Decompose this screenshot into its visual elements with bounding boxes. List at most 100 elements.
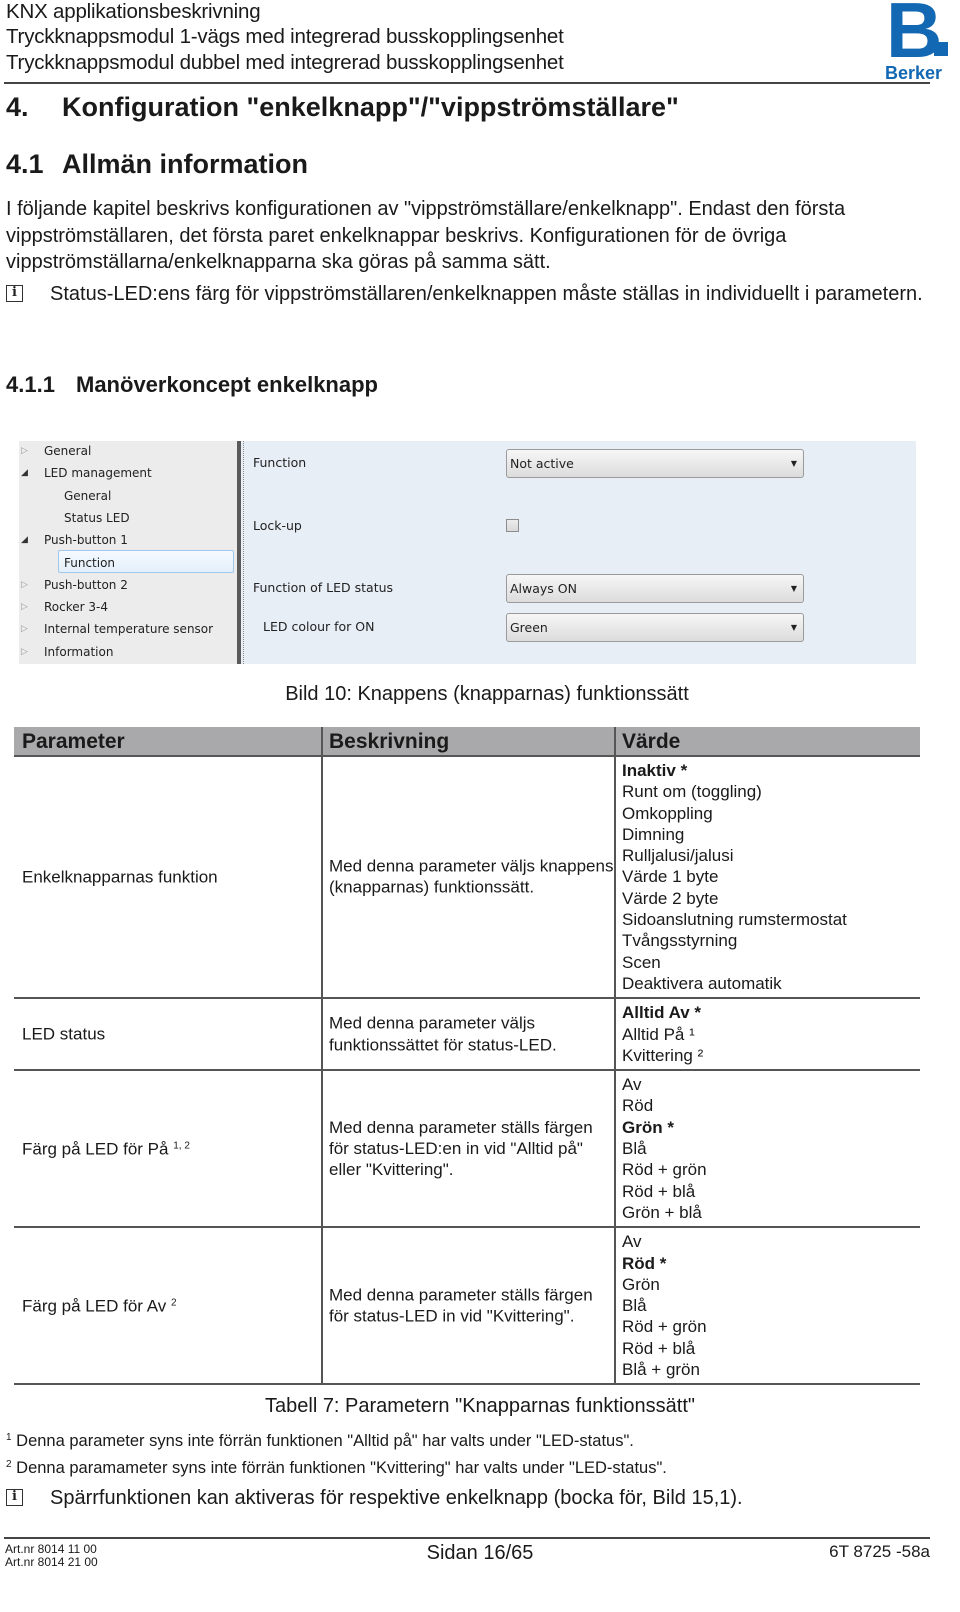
footnote-1: 1 Denna parameter syns inte förrän funkt… [6,1431,634,1451]
description-cell: Med denna parameter väljs knappens (knap… [329,856,614,898]
led-colour-dropdown[interactable]: Green ▼ [506,613,804,642]
figure-caption: Bild 10: Knappens (knapparnas) funktions… [285,683,689,705]
parameter-cell: Färg på LED för På 1, 2 [22,1138,312,1159]
expanded-arrow-icon[interactable]: ◢ [21,530,31,550]
tree-item-label: Rocker 3-4 [44,600,108,615]
column-divider [614,757,616,998]
tree-item-label: Status LED [64,510,130,525]
function-dropdown-value: Not active [510,456,574,471]
value-option: Omkoppling [622,803,713,823]
value-option: Sidoanslutning rumstermostat [622,910,847,930]
default-value-option: Alltid Av * [622,1003,702,1023]
document-subtitle-2: Tryckknappsmodul dubbel med integrerad b… [6,51,564,74]
table-caption: Tabell 7: Parametern "Knapparnas funktio… [265,1395,695,1417]
info-note-text: Spärrfunktionen kan aktiveras för respek… [50,1487,743,1509]
intro-paragraph: I följande kapitel beskrivs konfiguratio… [6,198,846,273]
table-row: Färg på LED för Av 2 Med denna parameter … [14,1228,920,1386]
default-value-option: Grön * [622,1117,674,1137]
chapter-title: Konfiguration "enkelknapp"/"vippströmstä… [62,92,679,122]
column-divider [614,1071,616,1227]
value-option: Tvångsstyrning [622,931,738,951]
header-value: Värde [622,730,681,753]
lockup-checkbox[interactable] [506,519,519,532]
value-option: Röd + grön [622,1160,707,1180]
logo-dot [934,42,948,56]
value-option: Röd + grön [622,1317,707,1337]
function-label: Function [253,455,307,470]
column-divider [321,1071,323,1227]
tree-item-label: Internal temperature sensor [44,622,214,637]
value-option: Röd + blå [622,1338,696,1358]
info-note: i Status-LED:ens färg för vippströmställ… [6,281,946,308]
collapsed-arrow-icon[interactable]: ▷ [21,642,31,662]
header-description: Beskrivning [329,730,450,753]
column-divider [321,999,323,1070]
value-option: Röd [622,1096,654,1116]
value-option: Blå [622,1296,647,1316]
value-option: Scen [622,952,661,972]
tree-item-label: General [64,488,112,503]
collapsed-arrow-icon[interactable]: ▷ [21,597,31,617]
page-number: Sidan 16/65 [426,1542,534,1564]
collapsed-arrow-icon[interactable]: ▷ [21,619,31,639]
tree-item-label: Push-button 1 [44,533,128,548]
parameter-name: Färg på LED för På [22,1139,169,1159]
value-option: Av [622,1075,642,1095]
column-divider [614,999,616,1070]
header-divider-line [614,727,616,757]
document-subtitle-1: Tryckknappsmodul 1-vägs med integrerad b… [6,25,564,48]
value-option: Kvittering ² [622,1045,704,1065]
column-divider [614,1228,616,1384]
default-value-option: Inaktiv * [622,761,688,780]
collapsed-arrow-icon[interactable]: ▷ [21,575,31,595]
tree-item-label: Function [64,555,116,570]
info-note-text: Status-LED:ens färg för vippströmställar… [50,283,923,305]
document-code: 6T 8725 -58a [829,1542,930,1561]
value-option: Dimning [622,824,685,844]
led-status-dropdown-value: Always ON [510,581,577,596]
footnote-2: 2 Denna paramameter syns inte förrän fun… [6,1458,667,1478]
subsection-number: 4.1.1 [6,372,55,397]
section-number: 4.1 [6,149,44,179]
document-title: KNX applikationsbeskrivning [6,0,261,23]
collapsed-arrow-icon[interactable]: ▷ [21,441,31,461]
value-option: Grön + blå [622,1202,702,1222]
description-cell: Med denna parameter ställs färgen för st… [329,1117,593,1180]
value-option: Värde 2 byte [622,888,719,908]
led-status-dropdown[interactable]: Always ON ▼ [506,574,804,603]
chevron-down-icon: ▼ [790,459,797,468]
subsection-heading: 4.1.1 Manöverkoncept enkelknapp [6,371,378,399]
footnote-text: Denna paramameter syns inte förrän funkt… [11,1459,667,1477]
parameter-dialog-screenshot: ▷ General ◢ LED management General Status LED… [19,441,916,664]
led-colour-dropdown-value: Green [510,620,548,635]
default-value-option: Röd * [622,1253,667,1273]
value-option: Blå [622,1139,647,1159]
parameter-name: Enkelknapparnas funktion [22,867,218,887]
parameter-cell: Färg på LED för Av 2 [22,1295,312,1316]
value-option: Grön [622,1274,660,1294]
footer-divider [4,1537,930,1539]
section-title: Allmän information [62,149,309,179]
section-heading: 4.1 Allmän information [6,148,308,180]
value-option: Alltid På ¹ [622,1024,695,1044]
chapter-number: 4. [6,92,29,122]
parameter-cell: Enkelknapparnas funktion [22,866,312,887]
chapter-heading: 4. Konfiguration "enkelknapp"/"vippströms… [6,91,679,123]
footnote-text: Denna parameter syns inte förrän funktio… [11,1432,634,1450]
table-header: Parameter Beskrivning Värde [14,727,920,757]
value-option: Deaktivera automatik [622,973,782,993]
tree-item-label: Information [44,644,114,659]
lockup-label: Lock-up [253,518,302,533]
chevron-down-icon: ▼ [790,584,797,593]
pane-splitter[interactable] [237,441,241,664]
logo-wordmark: Berker [885,63,943,83]
parameter-cell: LED status [22,1024,312,1045]
parameter-name: Färg på LED för Av [22,1296,167,1316]
description-cell: Med denna parameter ställs färgen för st… [329,1285,593,1326]
expanded-arrow-icon[interactable]: ◢ [21,463,31,483]
function-dropdown[interactable]: Not active ▼ [506,449,804,478]
value-option: Värde 1 byte [622,867,719,887]
tree-item-label: Push-button 2 [44,577,128,592]
value-option: Rulljalusi/jalusi [622,846,734,866]
logo-letter: B [886,0,942,74]
